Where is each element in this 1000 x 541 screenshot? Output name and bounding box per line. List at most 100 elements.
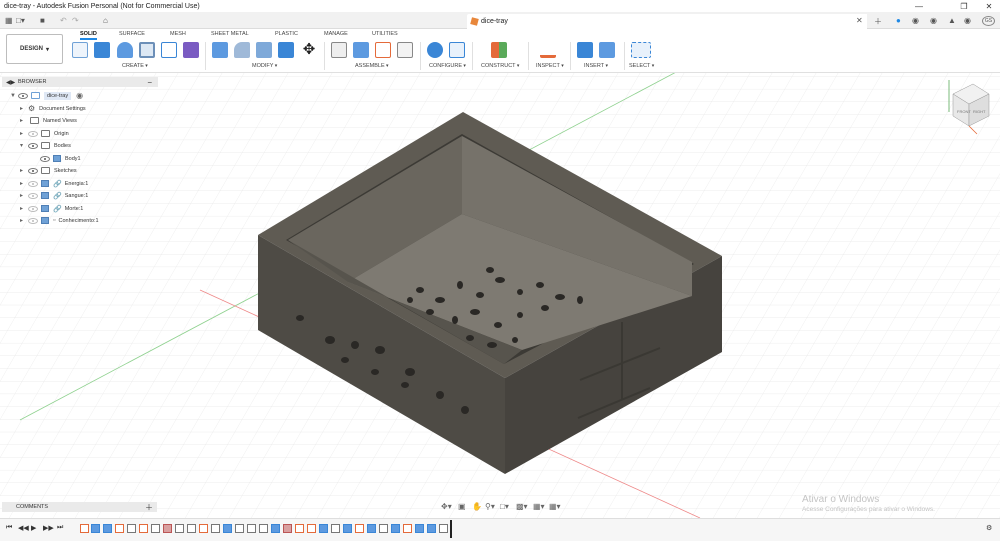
group-inspect[interactable]: INSPECT — [536, 63, 564, 69]
chevron-right-icon[interactable]: ▸ — [20, 217, 28, 224]
select-icon[interactable] — [631, 42, 651, 58]
minimize-button[interactable]: — — [908, 0, 930, 12]
chevron-right-icon[interactable]: ▸ — [20, 192, 28, 199]
browser-item-body1[interactable]: Body1 — [40, 153, 81, 164]
move-icon[interactable]: ✥ — [301, 42, 317, 58]
visibility-eye-icon[interactable] — [28, 167, 38, 174]
notifications-icon[interactable]: ● — [896, 16, 901, 25]
timeline-move[interactable] — [439, 524, 448, 533]
timeline-move[interactable] — [331, 524, 340, 533]
timeline-sketch[interactable] — [115, 524, 124, 533]
timeline-last-icon[interactable]: ⏭ — [57, 524, 63, 532]
timeline-play-icon[interactable]: ▶ — [31, 524, 36, 532]
group-create[interactable]: CREATE — [122, 63, 148, 69]
timeline-sketch[interactable] — [307, 524, 316, 533]
timeline-extrude[interactable] — [103, 524, 112, 533]
timeline-sketch[interactable] — [80, 524, 89, 533]
timeline-settings-gear-icon[interactable]: ⚙ — [986, 524, 992, 532]
browser-header[interactable]: ◀▶ BROWSER − — [2, 77, 158, 87]
browser-item-origin[interactable]: ▸ Origin — [20, 128, 69, 139]
timeline-combine[interactable] — [163, 524, 172, 533]
jobs-icon[interactable]: ◉ — [912, 16, 919, 25]
tab-mesh[interactable]: MESH — [170, 31, 186, 37]
browser-item-energia[interactable]: ▸ 🔗 Energia:1 — [20, 178, 88, 189]
browser-item-named-views[interactable]: ▸ Named Views — [20, 115, 77, 126]
visibility-eye-icon[interactable] — [18, 92, 28, 99]
browser-item-bodies[interactable]: ▾ Bodies — [20, 140, 71, 151]
timeline-move[interactable] — [259, 524, 268, 533]
undo-icon[interactable]: ↶ — [60, 16, 67, 25]
home-icon[interactable]: ⌂ — [103, 16, 108, 25]
timeline-move[interactable] — [175, 524, 184, 533]
chevron-right-icon[interactable]: ▸ — [20, 105, 28, 112]
browser-root[interactable]: ▼ dice-tray ◉ — [10, 90, 83, 101]
chevron-right-icon[interactable]: ▸ — [20, 117, 28, 124]
viewports-icon[interactable]: ▦▾ — [549, 502, 561, 511]
measure-icon[interactable] — [540, 42, 556, 58]
pan-icon[interactable]: ✋ — [472, 502, 482, 511]
visibility-eye-icon[interactable] — [28, 130, 38, 137]
zoom-icon[interactable]: ⚲▾ — [485, 502, 495, 511]
close-tab-icon[interactable]: ✕ — [856, 16, 863, 25]
timeline-extrude[interactable] — [319, 524, 328, 533]
orbit-icon[interactable]: ✥▾ — [441, 502, 452, 511]
create-sketch-icon[interactable] — [72, 42, 88, 58]
timeline-extrude[interactable] — [271, 524, 280, 533]
browser-item-document-settings[interactable]: ▸ ⚙ Document Settings — [20, 103, 86, 114]
timeline-extrude[interactable] — [427, 524, 436, 533]
timeline-move[interactable] — [379, 524, 388, 533]
group-insert[interactable]: INSERT — [584, 63, 608, 69]
timeline-move[interactable] — [247, 524, 256, 533]
timeline-combine[interactable] — [283, 524, 292, 533]
viewcube-right[interactable]: RIGHT — [973, 109, 986, 114]
extensions-icon[interactable]: ◉ — [930, 16, 937, 25]
collapse-arrow-icon[interactable]: ◀▶ — [6, 79, 15, 86]
chevron-down-icon[interactable]: ▾ — [20, 142, 28, 149]
fillet-icon[interactable] — [234, 42, 250, 58]
extrude-icon[interactable] — [94, 42, 110, 58]
browser-item-sangue[interactable]: ▸ 🔗 Sangue:1 — [20, 190, 88, 201]
chevron-right-icon[interactable]: ▸ — [20, 167, 28, 174]
help-icon[interactable]: ◉ — [964, 16, 971, 25]
revolve-icon[interactable] — [117, 42, 133, 58]
user-avatar[interactable]: GS — [982, 16, 995, 26]
chamfer-icon[interactable] — [256, 42, 272, 58]
chevron-right-icon[interactable]: ▸ — [20, 130, 28, 137]
timeline-extrude[interactable] — [391, 524, 400, 533]
minimize-browser-icon[interactable]: − — [147, 78, 152, 87]
tab-utilities[interactable]: UTILITIES — [372, 31, 398, 37]
timeline-sketch[interactable] — [295, 524, 304, 533]
visibility-eye-icon[interactable] — [28, 217, 38, 224]
browser-item-conhecimento[interactable]: ▸ ▫ Conhecimento:1 — [20, 215, 99, 226]
visibility-eye-icon[interactable] — [28, 180, 38, 187]
visibility-eye-icon[interactable] — [28, 192, 38, 199]
offset-plane-icon[interactable] — [491, 42, 507, 58]
radio-target-icon[interactable]: ◉ — [76, 91, 83, 100]
timeline-extrude[interactable] — [367, 524, 376, 533]
insert-derive-icon[interactable] — [577, 42, 593, 58]
as-built-joint-icon[interactable] — [375, 42, 391, 58]
new-tab-icon[interactable]: ＋ — [874, 16, 882, 27]
bell-icon[interactable]: ▲ — [948, 16, 956, 25]
insert-canvas-icon[interactable] — [599, 42, 615, 58]
display-settings-icon[interactable]: ▩▾ — [516, 502, 528, 511]
workspace-switcher[interactable]: DESIGN ▾ — [6, 34, 63, 64]
add-comment-icon[interactable]: ＋ — [145, 502, 153, 513]
comments-panel[interactable]: COMMENTS ＋ — [2, 502, 157, 512]
visibility-eye-icon[interactable] — [40, 155, 50, 162]
shell-icon[interactable] — [278, 42, 294, 58]
tab-surface[interactable]: SURFACE — [119, 31, 145, 37]
group-modify[interactable]: MODIFY — [252, 63, 277, 69]
look-at-icon[interactable]: ▣ — [458, 502, 466, 511]
timeline-move[interactable] — [187, 524, 196, 533]
group-construct[interactable]: CONSTRUCT — [481, 63, 519, 69]
timeline-sketch[interactable] — [139, 524, 148, 533]
configure-table-icon[interactable] — [449, 42, 465, 58]
form-icon[interactable] — [183, 42, 199, 58]
tab-plastic[interactable]: PLASTIC — [275, 31, 298, 37]
timeline-extrude[interactable] — [223, 524, 232, 533]
save-icon[interactable]: ■ — [40, 16, 45, 25]
timeline-extrude[interactable] — [91, 524, 100, 533]
parameters-icon[interactable] — [427, 42, 443, 58]
tab-solid[interactable]: SOLID — [80, 31, 97, 40]
